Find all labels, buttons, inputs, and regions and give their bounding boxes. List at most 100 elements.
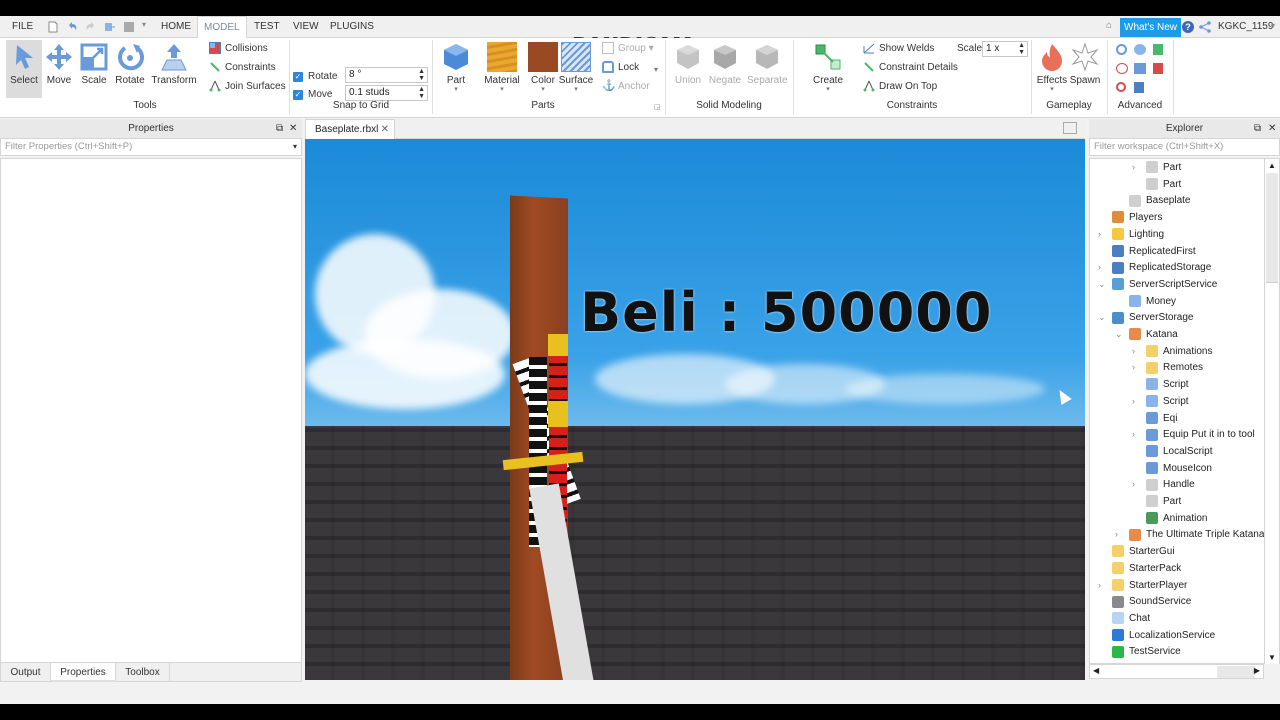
move-snap-checkbox[interactable]: ✓ [293,90,303,100]
expand-chevron-icon[interactable]: › [1098,259,1108,276]
explorer-item[interactable]: LocalizationService [1112,627,1215,644]
close-tab-icon[interactable]: ✕ [381,120,389,139]
spawn-button[interactable]: Spawn [1069,40,1101,98]
rotate-button[interactable]: Rotate [114,40,146,98]
explorer-item[interactable]: › Part [1132,159,1181,176]
fullscreen-toggle-icon[interactable] [1063,122,1077,134]
collapse-chevron-icon[interactable]: ⌄ [1098,276,1108,293]
explorer-item[interactable]: › Animations [1132,343,1212,360]
tab-home[interactable]: HOME [155,16,197,38]
lock-button[interactable]: Lock [602,59,639,77]
explorer-item[interactable]: Animation [1146,510,1207,527]
whats-new-button[interactable]: What's New [1120,18,1182,37]
constraints-button[interactable]: Constraints [209,59,276,77]
explorer-item[interactable]: › Handle [1132,476,1195,493]
close-icon[interactable]: ✕ [289,119,297,139]
explorer-item[interactable]: › ReplicatedStorage [1098,259,1211,276]
move-button[interactable]: Move [44,40,74,98]
show-welds-button[interactable]: Show Welds [863,40,934,58]
parts-settings-icon[interactable]: ◲ [654,103,661,111]
constraint-scale-input[interactable]: 1 x ▲ ▼ [982,41,1028,57]
constraint-details-button[interactable]: Constraint Details [863,59,958,77]
select-button[interactable]: Select [6,40,42,98]
explorer-item[interactable]: Baseplate [1129,192,1190,209]
undock-icon[interactable]: ⧉ [1254,119,1261,139]
surface-button[interactable]: Surface ▾ [558,40,594,98]
scroll-left-icon[interactable]: ◀ [1093,666,1099,675]
part-button[interactable]: Part ▾ [440,40,472,98]
advanced-settings-icon[interactable] [1116,82,1126,92]
expand-chevron-icon[interactable]: › [1132,393,1142,410]
rotate-snap-input[interactable]: 8 ° ▲ ▼ [345,67,428,83]
advanced-object-icon[interactable] [1134,44,1146,55]
close-icon[interactable]: ✕ [1268,119,1276,139]
share-icon[interactable] [1199,21,1211,33]
tab-plugins[interactable]: PLUGINS [324,16,380,38]
scroll-down-icon[interactable]: ▼ [1268,653,1276,662]
draw-on-top-button[interactable]: Draw On Top [863,78,937,96]
user-dropdown-icon[interactable]: ▾ [1271,21,1275,30]
advanced-script-run-icon[interactable] [1134,63,1146,74]
tab-view[interactable]: VIEW [287,16,325,38]
expand-chevron-icon[interactable]: › [1098,226,1108,243]
move-snap-input[interactable]: 0.1 studs ▲ ▼ [345,85,428,101]
explorer-item[interactable]: Money [1129,293,1176,310]
lock-dropdown-icon[interactable]: ▾ [654,65,658,74]
explorer-vertical-scrollbar[interactable]: ▲ ▼ [1264,159,1279,664]
advanced-script-red-icon[interactable] [1153,63,1163,74]
expand-chevron-icon[interactable]: › [1115,526,1125,543]
explorer-item[interactable]: Part [1146,493,1181,510]
advanced-model-icon[interactable] [1116,63,1128,74]
explorer-item[interactable]: ⌄ ServerScriptService [1098,276,1217,293]
color-button[interactable]: Color ▾ [528,40,558,98]
tab-output[interactable]: Output [1,663,51,682]
tab-test[interactable]: TEST [248,16,286,38]
scale-button[interactable]: Scale [79,40,109,98]
material-button[interactable]: Material ▾ [482,40,522,98]
username-menu[interactable]: KGKC_1159 [1218,16,1273,38]
union-button[interactable]: Union [672,40,704,98]
collisions-button[interactable]: Collisions [209,40,268,58]
spinner-arrows[interactable]: ▲ ▼ [418,68,425,82]
explorer-item[interactable]: ⌄ Katana [1115,326,1178,343]
explorer-item[interactable]: › Remotes [1132,359,1203,376]
filter-properties-input[interactable]: Filter Properties (Ctrl+Shift+P) ▾ [0,138,302,156]
explorer-item[interactable]: ReplicatedFirst [1112,243,1196,260]
effects-button[interactable]: Effects ▾ [1036,40,1068,98]
filter-workspace-input[interactable]: Filter workspace (Ctrl+Shift+X) [1089,138,1280,156]
collapse-chevron-icon[interactable]: ⌄ [1115,326,1125,343]
new-file-icon[interactable] [47,21,59,33]
explorer-item[interactable]: › StarterPlayer [1098,577,1187,594]
spinner-arrows[interactable]: ▲ ▼ [418,86,425,100]
explorer-item[interactable]: › Equip Put it in to tool [1132,426,1255,443]
separate-button[interactable]: Separate [747,40,788,98]
explorer-item[interactable]: Eqi [1146,410,1177,427]
explorer-item[interactable]: LocalScript [1146,443,1212,460]
scrollbar-thumb[interactable] [1266,173,1278,283]
scroll-up-icon[interactable]: ▲ [1268,161,1276,170]
explorer-horizontal-scrollbar[interactable]: ◀ ▶ [1089,664,1264,679]
explorer-item[interactable]: TestService [1112,643,1181,660]
expand-chevron-icon[interactable]: › [1132,343,1142,360]
expand-chevron-icon[interactable]: › [1098,577,1108,594]
explorer-item[interactable]: StarterGui [1112,543,1175,560]
advanced-script-green-icon[interactable] [1153,44,1163,55]
rotate-snap-checkbox[interactable]: ✓ [293,72,303,82]
advanced-gear-icon[interactable] [1116,44,1127,55]
tab-toolbox[interactable]: Toolbox [116,663,170,682]
join-surfaces-button[interactable]: Join Surfaces [209,78,286,96]
explorer-item[interactable]: ⌄ ServerStorage [1098,309,1193,326]
explorer-item[interactable]: Part [1146,176,1181,193]
filter-dropdown-icon[interactable]: ▾ [293,139,297,155]
help-icon[interactable]: ? [1182,21,1194,33]
expand-chevron-icon[interactable]: › [1132,426,1142,443]
expand-chevron-icon[interactable]: › [1132,476,1142,493]
explorer-item[interactable]: MouseIcon [1146,460,1212,477]
tab-properties[interactable]: Properties [51,663,116,682]
negate-button[interactable]: Negate [707,40,743,98]
transform-button[interactable]: Transform [150,40,198,98]
quick-access-dropdown-icon[interactable]: ▾ [142,20,146,29]
document-tab-baseplate[interactable]: Baseplate.rbxl ✕ [305,119,395,139]
explorer-item[interactable]: › The Ultimate Triple Katana [1115,526,1264,543]
stop-icon[interactable] [123,21,135,33]
